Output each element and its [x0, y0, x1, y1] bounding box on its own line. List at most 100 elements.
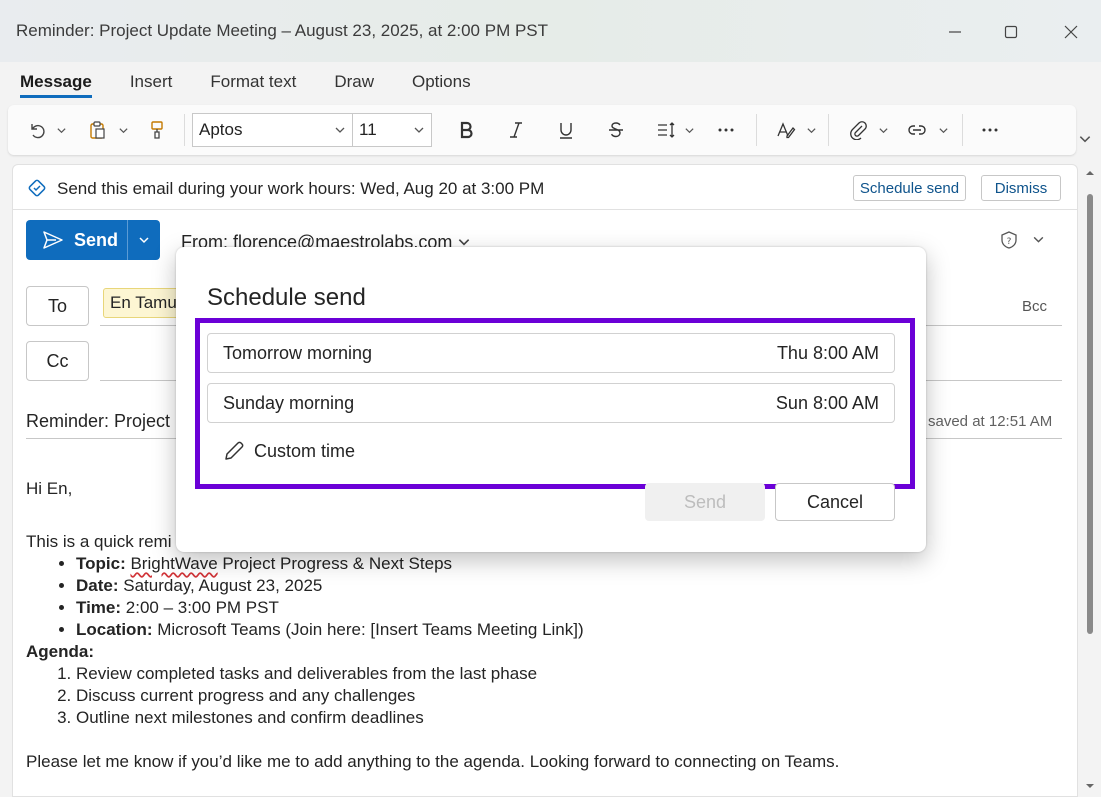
subject-field[interactable]: Reminder: Project U: [26, 411, 188, 432]
infobar-text: Send this email during your work hours: …: [57, 179, 545, 198]
close-icon: [1064, 25, 1078, 39]
maximize-icon: [1004, 25, 1018, 39]
paragraph-spacing-button[interactable]: [652, 119, 680, 141]
undo-button[interactable]: [24, 119, 50, 141]
dialog-cancel-button[interactable]: Cancel: [775, 483, 895, 521]
paste-button[interactable]: [84, 119, 110, 141]
chevron-down-icon: [806, 127, 816, 133]
underline-button[interactable]: [554, 119, 578, 141]
attach-button[interactable]: [846, 119, 870, 141]
strikethrough-button[interactable]: [604, 119, 628, 141]
font-size-select[interactable]: 11: [352, 113, 432, 147]
underline-icon: [560, 123, 572, 139]
minimize-button[interactable]: [941, 18, 969, 46]
list-item: Review completed tasks and deliverables …: [76, 663, 1066, 685]
chevron-down-icon: [1079, 136, 1091, 143]
recipient-chip[interactable]: En Tamu: [103, 288, 184, 318]
undo-dropdown[interactable]: [54, 123, 68, 137]
tab-format-text[interactable]: Format text: [210, 70, 296, 98]
chevron-down-icon: [335, 127, 345, 133]
italic-button[interactable]: [504, 119, 528, 141]
more-icon: [982, 128, 998, 132]
work-hours-infobar: Send this email during your work hours: …: [12, 165, 1078, 210]
pencil-icon: [225, 441, 244, 460]
option-sunday-morning[interactable]: Sunday morning Sun 8:00 AM: [207, 383, 895, 423]
body-closing: Please let me know if you’d like me to a…: [26, 752, 840, 771]
ribbon-separator: [184, 114, 185, 146]
close-button[interactable]: [1057, 18, 1085, 46]
vertical-scrollbar[interactable]: [1083, 164, 1097, 797]
editor-dropdown[interactable]: [804, 123, 818, 137]
shield-icon[interactable]: ?: [999, 230, 1019, 250]
option-tomorrow-morning[interactable]: Tomorrow morning Thu 8:00 AM: [207, 333, 895, 373]
bold-button[interactable]: [454, 119, 478, 141]
svg-text:?: ?: [1007, 237, 1012, 247]
minimize-icon: [949, 31, 961, 33]
send-button[interactable]: Send: [26, 220, 128, 260]
dismiss-button[interactable]: Dismiss: [981, 175, 1061, 201]
italic-icon: [510, 122, 522, 138]
dialog-title: Schedule send: [207, 284, 366, 311]
window-title: Reminder: Project Update Meeting – Augus…: [16, 21, 549, 40]
paragraph-spacing-icon: [658, 122, 675, 138]
format-painter-button[interactable]: [144, 119, 170, 141]
undo-icon: [31, 124, 45, 139]
paste-dropdown[interactable]: [116, 123, 130, 137]
tab-message[interactable]: Message: [20, 70, 92, 98]
chevron-down-icon[interactable]: [1032, 233, 1045, 246]
dialog-send-button[interactable]: Send: [645, 483, 765, 521]
ribbon-expand-button[interactable]: [1078, 132, 1096, 150]
cc-button[interactable]: Cc: [26, 341, 89, 381]
attach-dropdown[interactable]: [876, 123, 890, 137]
schedule-send-dialog: Schedule send Tomorrow morning Thu 8:00 …: [176, 247, 926, 552]
editor-icon: [777, 122, 796, 139]
agenda-heading: Agenda:: [26, 642, 94, 661]
spacing-dropdown[interactable]: [682, 123, 696, 137]
chevron-down-icon: [878, 127, 888, 133]
bcc-button[interactable]: Bcc: [1022, 298, 1047, 315]
ribbon-separator: [962, 114, 963, 146]
list-item: Outline next milestones and confirm dead…: [76, 707, 1066, 729]
more-options-button[interactable]: [978, 119, 1002, 141]
list-item: Topic: BrightWave Project Progress & Nex…: [76, 553, 1066, 575]
tab-options[interactable]: Options: [412, 70, 471, 98]
ribbon-separator: [828, 114, 829, 146]
font-name-select[interactable]: Aptos: [192, 113, 353, 147]
scroll-down-icon[interactable]: [1085, 781, 1095, 791]
maximize-button[interactable]: [997, 18, 1025, 46]
ribbon-separator: [756, 114, 757, 146]
scroll-up-icon[interactable]: [1085, 168, 1095, 178]
schedule-diamond-icon: [28, 179, 46, 197]
clipboard-icon: [90, 121, 105, 139]
bold-icon: [460, 121, 473, 139]
link-button[interactable]: [904, 119, 930, 141]
tab-draw[interactable]: Draw: [334, 70, 374, 98]
font-size-value: 11: [359, 120, 377, 139]
ribbon-toolbar: Aptos 11: [8, 105, 1076, 155]
editor-button[interactable]: [772, 119, 800, 141]
draft-saved-status: saved at 12:51 AM: [928, 413, 1053, 430]
font-name-value: Aptos: [199, 120, 243, 139]
custom-time-option[interactable]: Custom time: [222, 439, 355, 463]
format-painter-icon: [151, 121, 163, 139]
tab-insert[interactable]: Insert: [130, 70, 173, 98]
send-options-dropdown[interactable]: [128, 220, 160, 260]
list-item: Location: Microsoft Teams (Join here: [I…: [76, 619, 1066, 641]
custom-time-label: Custom time: [254, 440, 356, 461]
option-time: Sun 8:00 AM: [775, 392, 879, 413]
chevron-down-icon: [118, 127, 128, 133]
option-time: Thu 8:00 AM: [776, 342, 879, 363]
link-icon: [908, 125, 926, 135]
attach-icon: [850, 121, 867, 140]
more-format-button[interactable]: [714, 119, 738, 141]
scrollbar-thumb[interactable]: [1087, 194, 1093, 634]
to-button[interactable]: To: [26, 286, 89, 326]
schedule-send-button[interactable]: Schedule send: [853, 175, 966, 201]
misspelled-word[interactable]: BrightWave: [130, 554, 217, 573]
link-dropdown[interactable]: [936, 123, 950, 137]
send-split-button: Send: [26, 220, 160, 260]
chevron-down-icon: [414, 127, 424, 133]
chevron-down-icon: [56, 127, 66, 133]
option-label: Sunday morning: [223, 392, 355, 413]
list-item: Date: Saturday, August 23, 2025: [76, 575, 1066, 597]
